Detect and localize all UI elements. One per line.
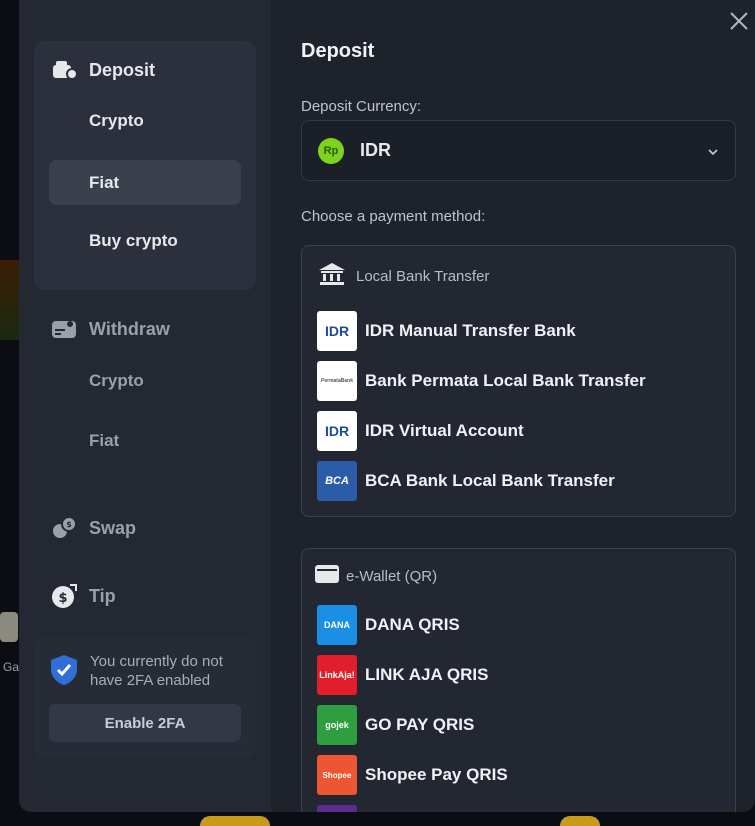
sidebar-item-withdraw[interactable]: Withdraw [51, 316, 170, 342]
method-idr-manual-transfer[interactable]: IDR IDR Manual Transfer Bank [317, 311, 576, 351]
sidebar-item-withdraw-crypto[interactable]: Crypto [89, 371, 144, 391]
method-logo [317, 805, 357, 812]
method-label: Choose a payment method: [301, 208, 486, 225]
sidebar-item-deposit[interactable]: Deposit [51, 57, 155, 83]
rupiah-icon: Rp [318, 137, 344, 164]
method-link-aja-qris[interactable]: LinkAja! LINK AJA QRIS [317, 655, 488, 695]
panel-header: e-Wallet (QR) [314, 564, 437, 588]
svg-text:$: $ [58, 591, 67, 606]
sidebar-item-buy-crypto[interactable]: Buy crypto [89, 231, 178, 251]
method-name: LINK AJA QRIS [365, 665, 489, 684]
method-bank-permata[interactable]: PermataBank Bank Permata Local Bank Tran… [317, 361, 646, 401]
sidebar-item-withdraw-fiat[interactable]: Fiat [89, 431, 119, 451]
wallet-icon [51, 57, 77, 83]
ewallet-panel: e-Wallet (QR) DANA DANA QRIS LinkAja! LI… [301, 548, 736, 812]
coin-decoration [560, 816, 600, 826]
method-name: IDR Manual Transfer Bank [365, 321, 576, 340]
sidebar: Deposit Crypto Fiat Buy crypto Withdraw … [19, 0, 271, 812]
sidebar-item-deposit-crypto[interactable]: Crypto [89, 111, 144, 131]
bca-logo: BCA [317, 461, 357, 501]
wallet-icon [314, 564, 340, 588]
panel-title: Local Bank Transfer [356, 267, 490, 285]
method-name: BCA Bank Local Bank Transfer [365, 471, 615, 490]
sidebar-item-swap[interactable]: $ Swap [51, 515, 136, 541]
enable-2fa-button[interactable]: Enable 2FA [49, 704, 241, 742]
method-name: Shopee Pay QRIS [365, 765, 508, 784]
currency-value: IDR [360, 140, 391, 160]
panel-title: e-Wallet (QR) [346, 567, 438, 585]
sidebar-item-tip[interactable]: $ Tip [51, 583, 116, 609]
close-icon[interactable] [728, 10, 750, 32]
deposit-modal: Deposit Crypto Fiat Buy crypto Withdraw … [19, 0, 755, 812]
method-idr-virtual-account[interactable]: IDR IDR Virtual Account [317, 411, 524, 451]
bank-icon [318, 262, 346, 290]
coin-decoration [200, 816, 270, 826]
sidebar-item-label: Tip [89, 585, 116, 606]
swap-icon: $ [51, 515, 77, 541]
sidebar-item-label: Swap [89, 517, 137, 538]
method-dana-qris[interactable]: DANA DANA QRIS [317, 605, 460, 645]
permata-logo: PermataBank [317, 361, 357, 401]
page-title: Deposit [301, 40, 375, 62]
method-gopay-qris[interactable]: gojek GO PAY QRIS [317, 705, 474, 745]
shopee-logo: Shopee [317, 755, 357, 795]
method-bca-bank[interactable]: BCA BCA Bank Local Bank Transfer [317, 461, 615, 501]
sidebar-item-label: Deposit [89, 59, 156, 80]
twofa-card: You currently do not have 2FA enabled En… [34, 638, 256, 758]
tip-icon: $ [51, 583, 77, 609]
svg-text:$: $ [66, 520, 72, 529]
method-name: DANA QRIS [365, 615, 460, 634]
withdraw-icon [51, 316, 77, 342]
currency-select[interactable]: Rp IDR [301, 120, 736, 181]
linkaja-logo: LinkAja! [317, 655, 357, 695]
shield-icon [50, 654, 78, 691]
gojek-logo: gojek [317, 705, 357, 745]
method-shopee-pay-qris[interactable]: Shopee Shopee Pay QRIS [317, 755, 508, 795]
method-name: Bank Permata Local Bank Transfer [365, 371, 646, 390]
sidebar-item-label: Withdraw [89, 318, 170, 339]
sidebar-item-deposit-fiat[interactable]: Fiat [49, 160, 241, 205]
method-partial-row[interactable] [317, 805, 357, 812]
bank-transfer-panel: Local Bank Transfer IDR IDR Manual Trans… [301, 245, 736, 517]
currency-label: Deposit Currency: [301, 98, 422, 115]
idr-logo: IDR [317, 311, 357, 351]
method-name: IDR Virtual Account [365, 421, 524, 440]
idr-logo: IDR [317, 411, 357, 451]
dice-icon [0, 612, 18, 642]
twofa-message: You currently do not have 2FA enabled [90, 653, 223, 689]
chevron-down-icon [707, 145, 719, 157]
method-name: GO PAY QRIS [365, 715, 475, 734]
backdrop-game-label: Ga [3, 660, 20, 674]
dana-logo: DANA [317, 605, 357, 645]
deposit-main: Deposit Deposit Currency: Rp IDR Choose … [301, 0, 748, 812]
panel-header: Local Bank Transfer [318, 262, 489, 290]
